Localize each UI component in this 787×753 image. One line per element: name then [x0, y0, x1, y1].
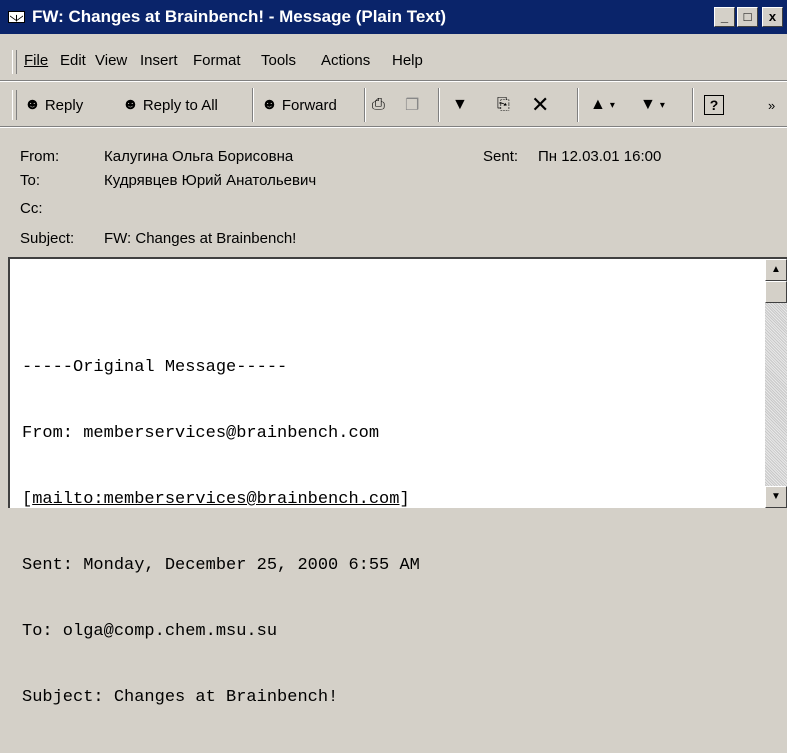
cc-label: Cc:	[20, 200, 43, 217]
close-button[interactable]: x	[762, 7, 783, 27]
copy-button[interactable]: ❐	[405, 90, 423, 120]
chevron-right-icon: »	[768, 97, 776, 113]
scrollbar-thumb[interactable]	[765, 281, 787, 303]
message-text[interactable]: -----Original Message----- From: members…	[22, 313, 420, 753]
toolbar-grip[interactable]	[12, 90, 17, 120]
header-divider	[0, 126, 787, 128]
toolbar-separator	[577, 88, 579, 122]
up-arrow-icon: ▲	[771, 264, 781, 275]
forward-icon: ☻	[261, 96, 278, 113]
maximize-button[interactable]: □	[737, 7, 758, 27]
print-button[interactable]: ⎙	[372, 90, 389, 120]
sent-value: Пн 12.03.01 16:00	[538, 148, 662, 165]
reply-label: Reply	[44, 96, 84, 114]
mailto-link-text[interactable]: mailto:memberservices@brainbench.com	[32, 490, 399, 509]
delete-button[interactable]: ✕	[531, 90, 553, 120]
flag-icon: ▼	[452, 96, 468, 113]
scroll-up-button[interactable]: ▲	[765, 259, 787, 281]
reply-button[interactable]: ☻ Reply	[24, 90, 83, 120]
from-label: From:	[20, 148, 60, 165]
scroll-down-button[interactable]: ▼	[765, 486, 787, 508]
toolbar-separator	[692, 88, 694, 122]
body-line: Sent: Monday, December 25, 2000 6:55 AM	[22, 556, 420, 575]
copy-icon: ❐	[405, 97, 420, 114]
help-icon: ?	[704, 95, 724, 115]
body-line: -----Original Message-----	[22, 358, 288, 377]
help-button[interactable]: ?	[704, 90, 724, 120]
delete-icon: ✕	[531, 92, 550, 117]
vertical-scrollbar[interactable]: ▲ ▼	[765, 259, 787, 508]
down-arrow-icon: ▼	[640, 96, 656, 113]
menu-actions[interactable]: Actions	[321, 52, 370, 69]
subject-value: FW: Changes at Brainbench!	[104, 230, 297, 247]
reply-all-icon: ☻	[122, 96, 139, 113]
toolbar-separator	[364, 88, 366, 122]
from-value: Калугина Ольга Борисовна	[104, 148, 294, 165]
printer-icon: ⎙	[372, 96, 385, 113]
reply-all-label: Reply to All	[142, 96, 218, 114]
toolbar-divider	[0, 80, 787, 82]
sent-label: Sent:	[483, 148, 519, 165]
to-label: To:	[20, 172, 41, 189]
menu-help[interactable]: Help	[392, 52, 423, 69]
reply-icon: ☻	[24, 96, 41, 113]
forward-button[interactable]: ☻ Forward	[261, 90, 337, 120]
move-to-folder-button[interactable]: ⎘	[497, 90, 514, 120]
minimize-button[interactable]: _	[714, 7, 735, 27]
previous-item-button[interactable]: ▲ ▾	[590, 90, 615, 120]
menu-format[interactable]: Format	[193, 52, 241, 69]
menubar-grip[interactable]	[12, 50, 17, 74]
menu-view[interactable]: View	[95, 52, 127, 69]
body-line: From: memberservices@brainbench.com	[22, 424, 380, 443]
body-line: Subject: Changes at Brainbench!	[22, 688, 339, 707]
body-line: To: olga@comp.chem.msu.su	[22, 622, 278, 641]
message-body[interactable]: -----Original Message----- From: members…	[8, 257, 787, 707]
menu-edit[interactable]: Edit	[60, 52, 86, 69]
menu-insert[interactable]: Insert	[140, 52, 178, 69]
chevron-down-icon: ▾	[659, 99, 665, 111]
chevron-down-icon: ▾	[609, 99, 615, 111]
subject-label: Subject:	[20, 230, 75, 247]
forward-label: Forward	[281, 96, 337, 114]
menu-tools[interactable]: Tools	[261, 52, 296, 69]
move-to-folder-icon: ⎘	[497, 96, 510, 113]
up-arrow-icon: ▲	[590, 96, 606, 113]
toolbar-overflow-button[interactable]: »	[768, 90, 779, 120]
window-title: FW: Changes at Brainbench! - Message (Pl…	[32, 7, 447, 26]
menu-file[interactable]: File	[24, 52, 48, 69]
toolbar-separator	[438, 88, 440, 122]
next-item-button[interactable]: ▼ ▾	[640, 90, 665, 120]
toolbar-separator	[252, 88, 254, 122]
flag-button[interactable]: ▼	[452, 90, 472, 120]
down-arrow-icon: ▼	[771, 491, 781, 502]
title-bar: FW: Changes at Brainbench! - Message (Pl…	[0, 0, 787, 34]
reply-all-button[interactable]: ☻ Reply to All	[122, 90, 218, 120]
to-value: Кудрявцев Юрий Анатольевич	[104, 172, 317, 189]
envelope-icon	[8, 11, 25, 23]
